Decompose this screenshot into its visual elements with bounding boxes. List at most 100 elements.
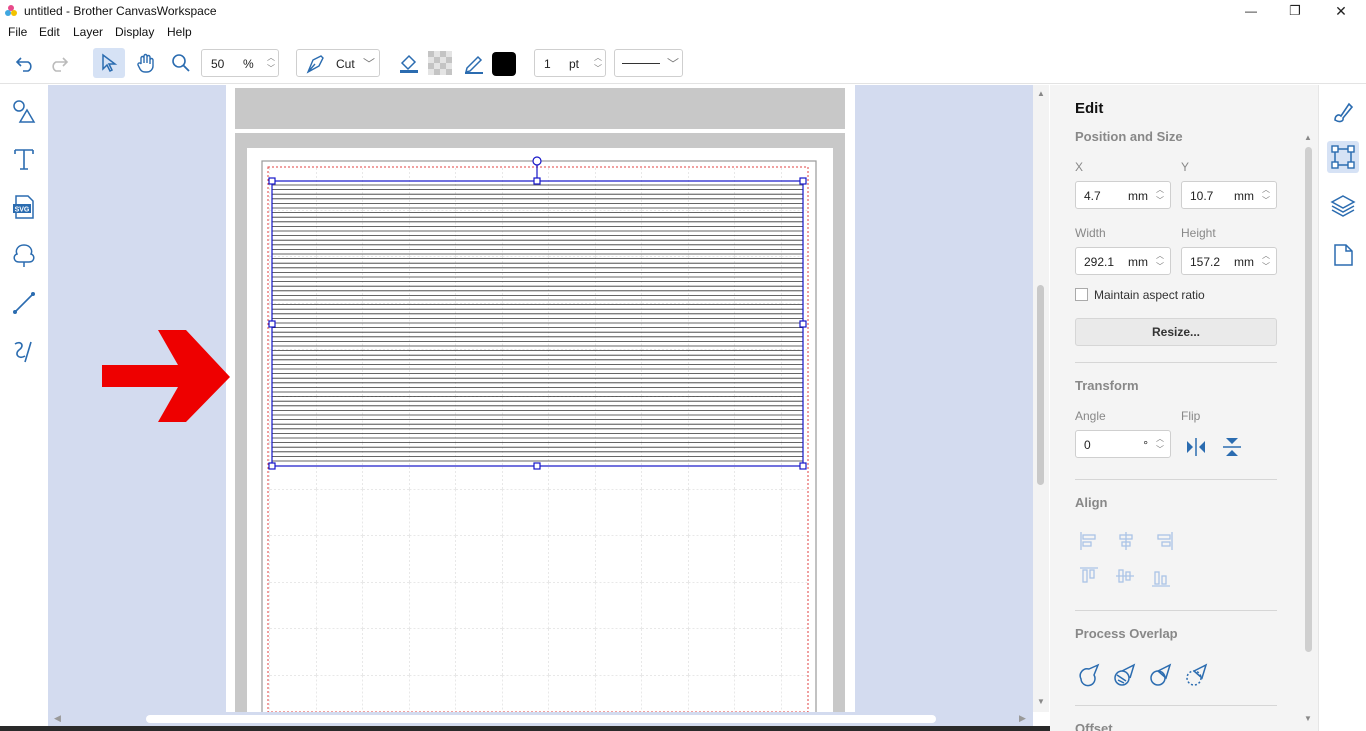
resize-handle-right[interactable] xyxy=(799,320,807,328)
panel-scroll-up-icon[interactable]: ▲ xyxy=(1304,133,1312,142)
edit-transform-tab[interactable] xyxy=(1327,141,1359,173)
close-button[interactable]: ✕ xyxy=(1318,0,1364,22)
resize-handle-bottom-right[interactable] xyxy=(799,462,807,470)
divider xyxy=(1075,362,1277,363)
zoom-input[interactable]: 50 % ︿ ﹀ xyxy=(201,49,279,77)
align-center-icon[interactable] xyxy=(1119,532,1133,550)
scroll-down-icon[interactable]: ▼ xyxy=(1037,697,1045,706)
menu-layer[interactable]: Layer xyxy=(73,25,103,39)
height-label: Height xyxy=(1181,226,1216,240)
undo-button[interactable] xyxy=(12,50,38,76)
text-icon xyxy=(14,149,34,170)
svg-text:SVG: SVG xyxy=(15,207,30,214)
menu-display[interactable]: Display xyxy=(115,25,154,39)
zoom-stepper[interactable]: ︿ ﹀ xyxy=(267,52,275,74)
height-stepper[interactable]: ︿ ﹀ xyxy=(1258,250,1274,272)
stroke-width-value: 1 xyxy=(544,57,551,71)
width-field[interactable]: 292.1 mm ︿ ﹀ xyxy=(1075,247,1171,275)
align-top-icon[interactable] xyxy=(1080,567,1098,583)
resize-handle-bottom[interactable] xyxy=(533,462,541,470)
canvas-area[interactable] xyxy=(48,85,1033,712)
align-buttons xyxy=(1080,532,1173,587)
resize-handle-top-left[interactable] xyxy=(268,177,276,185)
freehand-tool[interactable] xyxy=(10,337,38,365)
minimize-button[interactable]: — xyxy=(1228,0,1274,22)
position-size-heading: Position and Size xyxy=(1075,129,1183,144)
fill-swatch[interactable] xyxy=(427,50,453,76)
line-tool[interactable] xyxy=(10,289,38,317)
process-overlap-heading: Process Overlap xyxy=(1075,626,1178,641)
group-overlap-icon[interactable] xyxy=(1114,663,1136,686)
flip-horizontal-button[interactable] xyxy=(1184,435,1208,459)
edit-transform-icon xyxy=(1331,145,1355,169)
page-tab[interactable] xyxy=(1328,240,1358,270)
text-tool[interactable] xyxy=(10,145,38,173)
line-color-button[interactable] xyxy=(461,50,487,76)
rotate-handle[interactable] xyxy=(532,156,542,166)
line-style-select[interactable]: ﹀ xyxy=(614,49,683,77)
cut-overlap-icon[interactable] xyxy=(1150,663,1172,686)
right-toolbar xyxy=(1318,85,1366,731)
flip-horizontal-icon xyxy=(1187,438,1205,456)
align-bottom-icon[interactable] xyxy=(1152,571,1170,587)
weld-icon[interactable] xyxy=(1079,663,1100,687)
width-stepper[interactable]: ︿ ﹀ xyxy=(1152,250,1168,272)
restore-button[interactable]: ❐ xyxy=(1272,0,1318,22)
fill-brush-tab[interactable] xyxy=(1328,97,1358,127)
fill-color-button[interactable] xyxy=(396,50,422,76)
scroll-left-icon[interactable]: ◀ xyxy=(54,713,61,724)
redo-icon xyxy=(52,57,69,72)
magnifier-icon xyxy=(172,54,190,72)
x-stepper[interactable]: ︿ ﹀ xyxy=(1152,184,1168,206)
pan-tool-button[interactable] xyxy=(131,48,161,78)
layers-tab[interactable] xyxy=(1328,191,1358,221)
x-field[interactable]: 4.7 mm ︿ ﹀ xyxy=(1075,181,1171,209)
line-color-swatch[interactable] xyxy=(491,51,516,76)
shapes-tool[interactable] xyxy=(10,97,38,125)
resize-handle-top[interactable] xyxy=(533,177,541,185)
align-left-icon[interactable] xyxy=(1080,532,1096,550)
flip-vertical-button[interactable] xyxy=(1220,435,1244,459)
resize-handle-left[interactable] xyxy=(268,320,276,328)
mode-select[interactable]: Cut ﹀ xyxy=(296,49,380,77)
menu-help[interactable]: Help xyxy=(167,25,192,39)
horizontal-scrollbar[interactable]: ◀ ▶ xyxy=(48,712,1033,726)
scroll-up-icon[interactable]: ▲ xyxy=(1037,89,1045,98)
flip-label: Flip xyxy=(1181,409,1201,423)
line-color-chip xyxy=(491,51,516,76)
y-stepper[interactable]: ︿ ﹀ xyxy=(1258,184,1274,206)
width-label: Width xyxy=(1075,226,1106,240)
redo-button[interactable] xyxy=(46,50,72,76)
angle-stepper[interactable]: ︿ ﹀ xyxy=(1152,433,1168,455)
aspect-ratio-checkbox[interactable] xyxy=(1075,288,1088,301)
zoom-tool-button[interactable] xyxy=(166,48,196,78)
tracing-tool[interactable] xyxy=(10,241,38,269)
svg-import-tool[interactable]: SVG xyxy=(10,193,38,221)
resize-handle-bottom-left[interactable] xyxy=(268,462,276,470)
stroke-width-stepper[interactable]: ︿ ﹀ xyxy=(594,52,602,74)
resize-handle-top-right[interactable] xyxy=(799,177,807,185)
vertical-scrollbar[interactable]: ▲ ▼ xyxy=(1033,85,1049,712)
height-field[interactable]: 157.2 mm ︿ ﹀ xyxy=(1181,247,1277,275)
vertical-scroll-thumb[interactable] xyxy=(1037,285,1044,485)
menu-file[interactable]: File xyxy=(8,25,27,39)
align-middle-icon[interactable] xyxy=(1116,569,1134,583)
chevron-down-icon: ﹀ xyxy=(363,57,376,71)
panel-scroll-down-icon[interactable]: ▼ xyxy=(1304,714,1312,723)
line-style-preview xyxy=(622,63,660,64)
menu-edit[interactable]: Edit xyxy=(39,25,60,39)
offset-heading: Offset xyxy=(1075,721,1113,731)
zoom-value: 50 xyxy=(211,57,225,71)
align-right-icon[interactable] xyxy=(1157,532,1173,550)
horizontal-scroll-thumb[interactable] xyxy=(146,715,936,723)
stroke-width-input[interactable]: 1 pt ︿ ﹀ xyxy=(534,49,606,77)
scroll-right-icon[interactable]: ▶ xyxy=(1019,713,1026,724)
divider xyxy=(1075,479,1277,480)
select-tool-button[interactable] xyxy=(93,48,125,78)
resize-button[interactable]: Resize... xyxy=(1075,318,1277,346)
page-icon xyxy=(1334,244,1353,266)
exclude-icon[interactable] xyxy=(1186,670,1202,686)
angle-field[interactable]: 0 ° ︿ ﹀ xyxy=(1075,430,1171,458)
y-field[interactable]: 10.7 mm ︿ ﹀ xyxy=(1181,181,1277,209)
panel-scroll-thumb[interactable] xyxy=(1305,147,1312,652)
